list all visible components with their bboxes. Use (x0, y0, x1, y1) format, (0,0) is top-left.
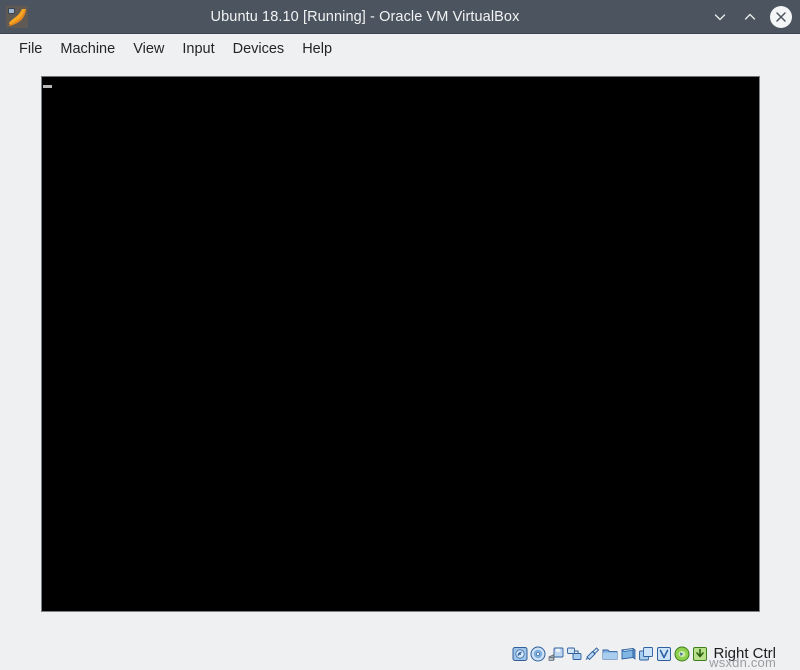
guest-screen[interactable] (41, 76, 760, 612)
vm-display-area (0, 63, 800, 638)
virtualbox-vm-window: Ubuntu 18.10 [Running] - Oracle VM Virtu… (0, 0, 800, 669)
display-icon[interactable] (620, 646, 636, 662)
host-key-icon[interactable] (692, 646, 708, 662)
close-button[interactable] (770, 6, 792, 28)
network-icon[interactable] (566, 646, 582, 662)
guest-text-caret (43, 85, 52, 88)
menu-item-machine[interactable]: Machine (51, 38, 124, 60)
window-title: Ubuntu 18.10 [Running] - Oracle VM Virtu… (28, 9, 704, 25)
status-icon-group (512, 646, 708, 662)
menu-item-file[interactable]: File (10, 38, 51, 60)
usb-icon[interactable] (584, 646, 600, 662)
floppy-drive-icon[interactable] (548, 646, 564, 662)
virtualbox-icon (6, 6, 28, 28)
hard-disk-icon[interactable] (512, 646, 528, 662)
statusbar: Right Ctrl wsxdn.com (0, 638, 800, 669)
recording-icon[interactable] (638, 646, 654, 662)
mouse-integration-icon[interactable] (674, 646, 690, 662)
menu-item-devices[interactable]: Devices (224, 38, 294, 60)
menubar: File Machine View Input Devices Help (0, 33, 800, 63)
optical-drive-icon[interactable] (530, 646, 546, 662)
virtualization-icon[interactable] (656, 646, 672, 662)
host-key-label: Right Ctrl (713, 645, 776, 662)
menu-item-help[interactable]: Help (293, 38, 341, 60)
titlebar: Ubuntu 18.10 [Running] - Oracle VM Virtu… (0, 0, 800, 33)
restore-button[interactable] (740, 7, 760, 27)
minimize-button[interactable] (710, 7, 730, 27)
shared-folders-icon[interactable] (602, 646, 618, 662)
window-controls (710, 6, 792, 28)
menu-item-input[interactable]: Input (173, 38, 223, 60)
menu-item-view[interactable]: View (124, 38, 173, 60)
